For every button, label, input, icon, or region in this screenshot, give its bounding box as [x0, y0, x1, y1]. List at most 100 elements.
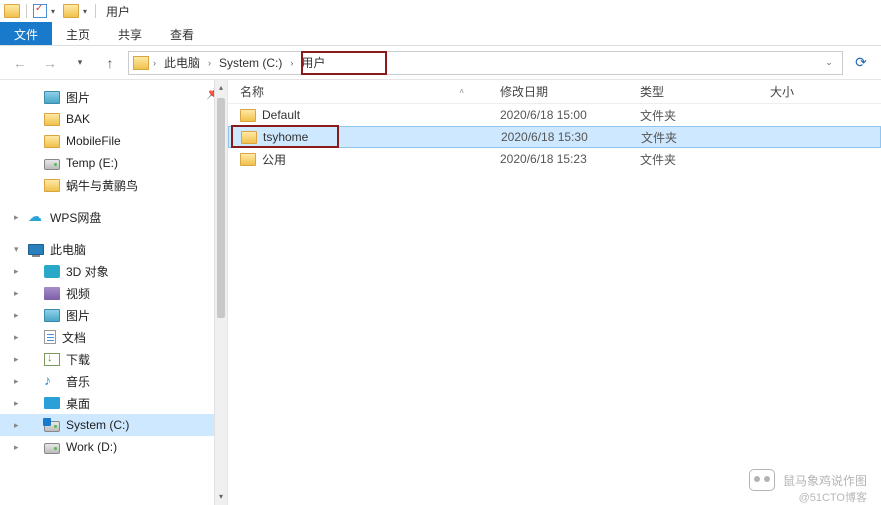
sidebar-item-documents[interactable]: ▸ 文档	[0, 326, 227, 348]
expand-icon[interactable]: ▸	[14, 442, 22, 453]
sidebar-item-label: 视频	[66, 285, 90, 302]
highlight-annotation	[301, 51, 387, 75]
sidebar-item-wps[interactable]: ▸ ☁ WPS网盘	[0, 206, 227, 228]
file-list-pane: 名称 ˄ 修改日期 类型 大小 Default 2020/6/18 15:00 …	[228, 80, 881, 505]
sort-ascending-icon: ˄	[459, 87, 464, 96]
sidebar-item-label: 下载	[66, 351, 90, 368]
sidebar-scrollbar[interactable]: ▴ ▾	[214, 80, 227, 505]
expand-icon[interactable]: ▸	[14, 266, 22, 277]
sidebar-item-music[interactable]: ▸♪音乐	[0, 370, 227, 392]
watermark: 鼠马象鸡说作图	[749, 469, 867, 491]
tab-share[interactable]: 共享	[104, 22, 156, 45]
expand-icon[interactable]: ▸	[14, 420, 22, 431]
collapse-icon[interactable]: ▾	[14, 244, 22, 255]
sidebar-item-3d[interactable]: ▸ 3D 对象	[0, 260, 227, 282]
3d-icon	[44, 265, 60, 278]
column-headers: 名称 ˄ 修改日期 类型 大小	[228, 80, 881, 104]
expand-icon[interactable]: ▸	[14, 332, 22, 343]
column-header-date[interactable]: 修改日期	[492, 83, 632, 100]
download-icon	[44, 353, 60, 366]
address-dropdown-icon[interactable]: ⌄	[820, 57, 838, 68]
sidebar-item-label: BAK	[66, 112, 90, 126]
sidebar-item-label: 文档	[62, 329, 86, 346]
sidebar-item-temp-drive[interactable]: Temp (E:)	[0, 152, 227, 174]
scroll-thumb[interactable]	[217, 98, 225, 318]
sidebar-item-label: MobileFile	[66, 134, 121, 148]
watermark-text: 鼠马象鸡说作图	[783, 472, 867, 489]
sidebar-item-thispc[interactable]: ▾ 此电脑	[0, 238, 227, 260]
expand-icon[interactable]: ▸	[14, 398, 22, 409]
file-row[interactable]: Default 2020/6/18 15:00 文件夹	[228, 104, 881, 126]
divider	[26, 4, 27, 18]
tab-file[interactable]: 文件	[0, 22, 52, 45]
sidebar-item-pictures-pc[interactable]: ▸图片	[0, 304, 227, 326]
sidebar-item-label: 音乐	[66, 373, 90, 390]
drive-icon	[44, 159, 60, 170]
tab-view[interactable]: 查看	[156, 22, 208, 45]
file-type: 文件夹	[633, 129, 763, 146]
sidebar-item-label: 桌面	[66, 395, 90, 412]
cloud-icon: ☁	[28, 209, 44, 225]
chevron-right-icon[interactable]: ›	[151, 58, 158, 68]
back-button[interactable]: ←	[8, 51, 32, 75]
sidebar-item-mobilefile[interactable]: MobileFile	[0, 130, 227, 152]
folder-icon	[63, 4, 79, 18]
sidebar-item-label: 图片	[66, 89, 90, 106]
breadcrumb-seg-drive[interactable]: System (C:)	[213, 56, 288, 70]
column-header-size[interactable]: 大小	[762, 83, 862, 100]
chevron-right-icon[interactable]: ›	[206, 58, 213, 68]
sidebar-item-bak[interactable]: BAK	[0, 108, 227, 130]
wechat-icon	[749, 469, 775, 491]
expand-icon[interactable]: ▸	[14, 376, 22, 387]
video-icon	[44, 287, 60, 300]
qat-dropdown-icon[interactable]: ▾	[81, 7, 89, 16]
forward-button[interactable]: →	[38, 51, 62, 75]
divider	[95, 4, 96, 18]
expand-icon[interactable]: ▸	[14, 310, 22, 321]
breadcrumb-seg-thispc[interactable]: 此电脑	[158, 54, 206, 71]
file-row[interactable]: tsyhome 2020/6/18 15:30 文件夹	[228, 126, 881, 148]
expand-icon[interactable]: ▸	[14, 354, 22, 365]
sidebar-item-custom-folder[interactable]: 蜗牛与黄鹂鸟	[0, 174, 227, 196]
scroll-up-icon[interactable]: ▴	[215, 80, 227, 96]
sidebar-item-desktop[interactable]: ▸ 桌面	[0, 392, 227, 414]
sidebar-item-system-c[interactable]: ▸ System (C:)	[0, 414, 227, 436]
watermark-sub: @51CTO博客	[799, 489, 867, 505]
address-bar[interactable]: › 此电脑 › System (C:) › 用户 ⌄	[128, 51, 843, 75]
body: 📌 图片 BAK MobileFile Temp (E:) 蜗牛与黄鹂鸟 ▸ ☁…	[0, 80, 881, 505]
folder-icon	[44, 135, 60, 148]
sidebar-item-pictures[interactable]: 图片	[0, 86, 227, 108]
scroll-down-icon[interactable]: ▾	[215, 489, 227, 505]
quick-access-toolbar: ▾ ▾	[4, 4, 100, 18]
column-header-name[interactable]: 名称 ˄	[232, 83, 492, 100]
expand-icon[interactable]: ▸	[14, 288, 22, 299]
qat-dropdown-icon[interactable]: ▾	[49, 7, 57, 16]
sidebar-item-work-d[interactable]: ▸Work (D:)	[0, 436, 227, 458]
folder-icon	[240, 109, 256, 122]
column-header-type[interactable]: 类型	[632, 83, 762, 100]
file-date: 2020/6/18 15:30	[493, 130, 633, 144]
ribbon-tabs: 文件 主页 共享 查看	[0, 22, 881, 46]
folder-icon	[133, 56, 149, 70]
navigation-bar: ← → ▾ ↑ › 此电脑 › System (C:) › 用户 ⌄ ⟳	[0, 46, 881, 80]
file-row[interactable]: 公用 2020/6/18 15:23 文件夹	[228, 148, 881, 170]
tab-home[interactable]: 主页	[52, 22, 104, 45]
refresh-button[interactable]: ⟳	[849, 51, 873, 75]
folder-icon	[44, 113, 60, 126]
expand-icon[interactable]: ▸	[14, 212, 22, 223]
file-name: tsyhome	[263, 130, 308, 144]
file-type: 文件夹	[632, 151, 762, 168]
sidebar-item-label: System (C:)	[66, 418, 129, 432]
drive-icon	[44, 443, 60, 454]
sidebar-item-label: 3D 对象	[66, 263, 109, 280]
sidebar-item-downloads[interactable]: ▸ 下载	[0, 348, 227, 370]
properties-icon[interactable]	[33, 4, 47, 18]
chevron-right-icon[interactable]: ›	[288, 58, 295, 68]
recent-dropdown-icon[interactable]: ▾	[68, 51, 92, 75]
desktop-icon	[44, 397, 60, 409]
up-button[interactable]: ↑	[98, 51, 122, 75]
sidebar-item-videos[interactable]: ▸ 视频	[0, 282, 227, 304]
pictures-icon	[44, 91, 60, 104]
file-name: Default	[262, 108, 300, 122]
pc-icon	[28, 244, 44, 255]
